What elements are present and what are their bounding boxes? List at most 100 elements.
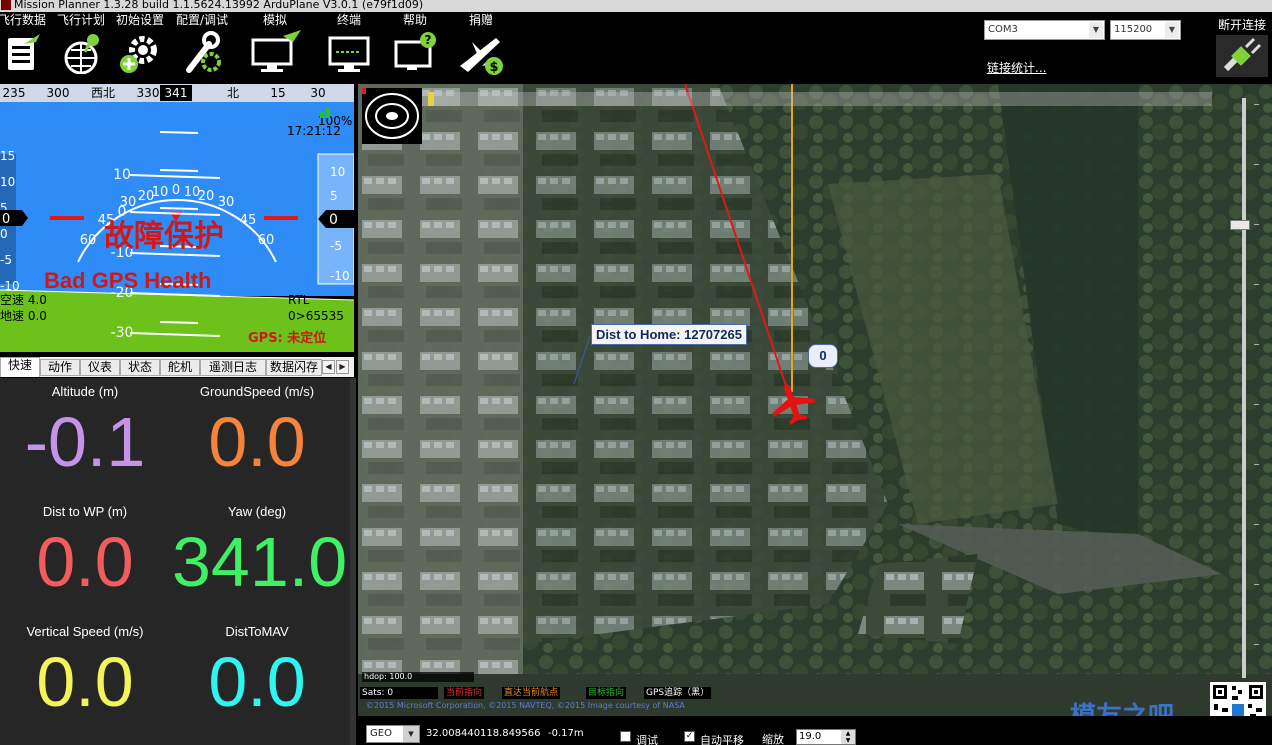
flight-plan-icon	[64, 34, 99, 74]
hud-wing-left	[50, 216, 84, 220]
legend-nav-bearing: 直达当前航点	[502, 687, 561, 699]
hud-airspeed: 空速 4.0	[0, 293, 47, 307]
zoom-tick	[1254, 344, 1259, 345]
zoom-tick	[1254, 404, 1259, 405]
signal-icon	[320, 112, 324, 118]
link-stats-link[interactable]: 链接统计...	[987, 59, 1046, 76]
disconnect-button[interactable]: 断开连接	[1212, 16, 1272, 84]
toolbar-terminal-button[interactable]: 终端	[324, 12, 374, 82]
main-toolbar: 飞行数据 飞行计划 初始设置 配置/调试 模拟 终端 帮助 ? 捐赠 $ COM…	[0, 12, 1272, 84]
autopan-checkbox[interactable]: ✓	[684, 731, 695, 742]
quick-vertical-speed-value: 0.0	[36, 643, 134, 721]
quick-yaw-label: Yaw (deg)	[227, 504, 287, 519]
hud-heading-tick: 北	[227, 86, 239, 100]
hud-heading-tick: 西北	[91, 86, 115, 100]
tab-scroll-left-icon[interactable]: ◀	[322, 360, 335, 374]
map-status-bar: GEO ▼ 32.008440 118.849566 -0.17m 调试 ✓ 自…	[358, 716, 1272, 745]
signal-icon	[326, 108, 330, 118]
tab-tlogs[interactable]: 遥测日志	[200, 359, 266, 376]
zoom-tick	[1254, 164, 1259, 165]
quick-vertical-speed-label: Vertical Speed (m/s)	[26, 624, 144, 639]
title-bar: Mission Planner 1.3.28 build 1.1.5624.13…	[0, 0, 1272, 12]
coord-format-value: GEO	[370, 728, 392, 739]
quick-dist-to-wp-value: 0.0	[36, 523, 134, 601]
tab-gauges[interactable]: 仪表	[80, 359, 120, 376]
tab-dataflash[interactable]: 数据闪存	[266, 359, 322, 376]
tab-quick[interactable]: 快速	[0, 357, 40, 377]
hud-pitch-minor	[159, 169, 199, 172]
debug-checkbox[interactable]	[620, 731, 631, 742]
waypoint-marker[interactable]: 0	[808, 344, 838, 368]
disconnect-label: 断开连接	[1217, 18, 1266, 32]
tab-status[interactable]: 状态	[120, 359, 160, 376]
config-tuning-icon	[186, 31, 221, 73]
toolbar-help-button[interactable]: 帮助 ?	[390, 12, 440, 82]
sats-readout: Sats: 0	[360, 687, 438, 699]
quick-dist-to-wp[interactable]: Dist to WP (m) 0.0	[0, 498, 170, 618]
quick-dist-to-mav[interactable]: DistToMAV 0.0	[172, 618, 342, 738]
hud-heading-tick: 235	[3, 86, 26, 100]
tab-actions[interactable]: 动作	[40, 359, 80, 376]
zoom-tick	[1254, 644, 1259, 645]
zoom-tick	[1254, 224, 1259, 225]
mission-progress-bar	[428, 92, 1212, 106]
hud-roll-tick: 0	[172, 183, 180, 198]
baud-select[interactable]: 115200 ▼	[1110, 20, 1181, 40]
compass-widget	[362, 88, 422, 144]
zoom-label: 缩放	[762, 733, 784, 745]
quick-vertical-speed[interactable]: Vertical Speed (m/s) 0.0	[0, 618, 170, 738]
quick-groundspeed-value: 0.0	[208, 403, 306, 481]
spinner-icon[interactable]: ▲ ▼	[841, 730, 855, 744]
zoom-tick	[1254, 584, 1259, 585]
map-view[interactable]: Dist to Home: 12707265 0 hdop: 100.0 Sat…	[358, 84, 1272, 745]
hud-groundspeed: 地速 0.0	[0, 309, 47, 323]
quick-view: Altitude (m) -0.1 GroundSpeed (m/s) 0.0 …	[0, 378, 350, 745]
quick-yaw[interactable]: Yaw (deg) 341.0	[172, 498, 348, 618]
zoom-slider-handle[interactable]	[1230, 220, 1250, 230]
satellite-map	[358, 84, 1272, 716]
chevron-down-icon: ▼	[1165, 22, 1179, 38]
hud-pitch-label: 10	[113, 167, 131, 183]
toolbar-initial-setup-button[interactable]: 初始设置	[112, 12, 168, 82]
app-icon	[1, 0, 11, 10]
zoom-stepper[interactable]: 19.0 ▲ ▼	[796, 729, 856, 745]
left-panel-scrollbar[interactable]	[350, 378, 356, 745]
longitude-readout: 118.849566	[480, 728, 541, 739]
tab-servo[interactable]: 舵机	[160, 359, 200, 376]
initial-setup-icon	[120, 36, 157, 73]
quick-dist-to-mav-value: 0.0	[208, 643, 306, 721]
building-block-haze	[358, 84, 523, 674]
toolbar-simulation-label: 模拟	[262, 13, 287, 27]
artificial-horizon: 235300西北330345北1530341604530201001020304…	[0, 84, 354, 352]
quick-groundspeed[interactable]: GroundSpeed (m/s) 0.0	[172, 378, 342, 498]
mission-progress-fill	[428, 92, 434, 106]
terminal-icon	[328, 36, 370, 72]
hud-wp-info: 0>65535	[288, 309, 344, 323]
toolbar-config-tuning-button[interactable]: 配置/调试	[174, 12, 230, 82]
quick-dist-to-wp-label: Dist to WP (m)	[42, 504, 128, 519]
hud-alt-value: 0	[329, 212, 338, 228]
hud-heading-value: 341	[165, 86, 188, 100]
mission-planner-window: Mission Planner 1.3.28 build 1.1.5624.13…	[0, 0, 1272, 745]
toolbar-donate-button[interactable]: 捐赠 $	[456, 12, 506, 82]
legend-target-bearing: 目标指向	[586, 687, 627, 699]
donate-icon: $	[460, 38, 503, 75]
tab-scroll-right-icon[interactable]: ▶	[336, 360, 349, 374]
hud-failsafe-warning: 故障保护	[104, 219, 224, 254]
quick-yaw-value: 341.0	[172, 523, 348, 601]
toolbar-flight-data-button[interactable]: 飞行数据	[0, 12, 48, 82]
plug-icon	[1216, 35, 1268, 77]
chevron-down-icon: ▼	[403, 726, 419, 742]
coord-format-select[interactable]: GEO ▼	[366, 725, 420, 743]
zoom-slider-track[interactable]	[1242, 98, 1246, 678]
hud-pitch-label: 0	[118, 204, 127, 220]
hud-wing-right	[264, 216, 298, 220]
hud-display: 235300西北330345北1530341604530201001020304…	[0, 84, 354, 352]
quick-altitude[interactable]: Altitude (m) -0.1	[0, 378, 170, 498]
baud-select-value: 115200	[1114, 24, 1153, 35]
toolbar-flight-data-label: 飞行数据	[0, 13, 46, 27]
quick-groundspeed-label: GroundSpeed (m/s)	[199, 384, 315, 399]
toolbar-flight-plan-button[interactable]: 飞行计划	[54, 12, 108, 82]
port-select[interactable]: COM3 ▼	[984, 20, 1105, 40]
toolbar-simulation-button[interactable]: 模拟	[246, 12, 304, 82]
